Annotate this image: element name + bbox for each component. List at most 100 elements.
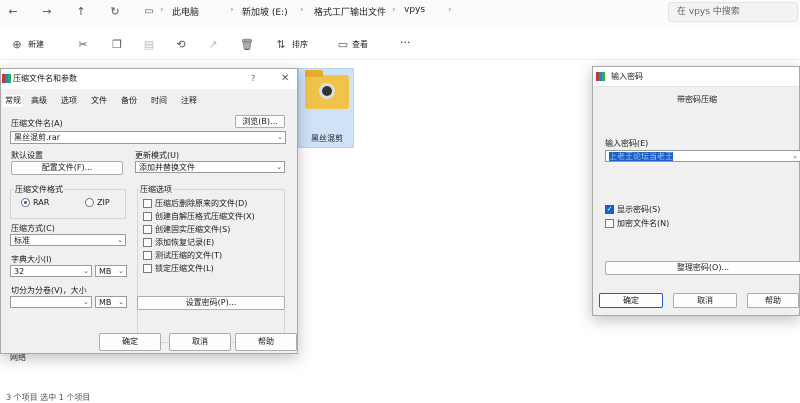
encrypt-names-checkbox[interactable] bbox=[605, 219, 614, 228]
cut-icon[interactable]: ✂ bbox=[76, 38, 90, 52]
method-value: 标准 bbox=[14, 236, 30, 245]
ok-button[interactable]: 确定 bbox=[99, 333, 161, 351]
method-select[interactable]: 标准 ⌄ bbox=[10, 234, 126, 246]
search-input[interactable]: 在 vpys 中搜索 bbox=[668, 2, 798, 22]
breadcrumb-item[interactable]: 格式工厂输出文件 bbox=[314, 5, 386, 18]
lock-checkbox[interactable] bbox=[143, 264, 152, 273]
share-icon[interactable]: ↗ bbox=[206, 38, 220, 52]
breadcrumb-item[interactable]: 新加坡 (E:) bbox=[242, 5, 288, 18]
delete-icon[interactable]: 🗑 bbox=[240, 38, 254, 52]
dialog-subtitle: 带密码压缩 bbox=[677, 95, 717, 104]
chevron-down-icon: ⌄ bbox=[276, 163, 282, 171]
default-settings-label: 默认设置 bbox=[11, 151, 43, 160]
forward-icon[interactable]: → bbox=[38, 4, 56, 20]
options-label: 压缩选项 bbox=[139, 185, 173, 195]
option-label: 添加恢复记录(E) bbox=[155, 238, 215, 247]
organize-passwords-button[interactable]: 整理密码(O)... bbox=[605, 261, 800, 275]
new-button[interactable]: 新建 bbox=[28, 38, 44, 52]
ok-button[interactable]: 确定 bbox=[599, 293, 663, 308]
split-unit: MB bbox=[99, 298, 112, 307]
format-rar-label: RAR bbox=[33, 198, 50, 207]
archive-name-value: 黑丝混剪.rar bbox=[14, 133, 61, 142]
dialog-title: 压缩文件名和参数 bbox=[13, 74, 77, 83]
cancel-button[interactable]: 取消 bbox=[169, 333, 231, 351]
breadcrumb-item[interactable]: 此电脑 bbox=[172, 5, 199, 18]
option-label: 创建自解压格式压缩文件(X) bbox=[155, 212, 255, 221]
show-password-checkbox[interactable]: ✓ bbox=[605, 205, 614, 214]
disc-icon bbox=[319, 83, 335, 99]
up-icon[interactable]: ↑ bbox=[72, 4, 90, 20]
password-dialog: 输入密码 带密码压缩 输入密码(E) 上老王论坛当老王 ⌄ ✓ 显示密码(S) … bbox=[592, 66, 800, 316]
format-rar-radio[interactable] bbox=[21, 198, 30, 207]
monitor-icon: ▭ bbox=[144, 6, 154, 17]
update-mode-label: 更新模式(U) bbox=[135, 151, 180, 160]
update-mode-select[interactable]: 添加并替换文件 ⌄ bbox=[135, 161, 285, 173]
dict-value: 32 bbox=[14, 267, 25, 276]
show-password-label: 显示密码(S) bbox=[617, 205, 661, 214]
solid-checkbox[interactable] bbox=[143, 225, 152, 234]
back-icon[interactable]: ← bbox=[4, 4, 22, 20]
winrar-icon bbox=[2, 74, 11, 83]
split-input[interactable]: ⌄ bbox=[10, 296, 92, 308]
cancel-button[interactable]: 取消 bbox=[673, 293, 737, 308]
folder-label: 黑丝混剪 bbox=[311, 134, 343, 143]
sfx-checkbox[interactable] bbox=[143, 212, 152, 221]
folder-item[interactable]: 黑丝混剪 bbox=[298, 68, 354, 148]
dict-unit: MB bbox=[99, 267, 112, 276]
method-label: 压缩方式(C) bbox=[11, 224, 55, 233]
refresh-icon[interactable]: ↻ bbox=[106, 4, 124, 20]
command-bar: ⊕ 新建 ✂ ❐ ▤ ⟲ ↗ 🗑 ⇅ 排序 ▭ 查看 ··· bbox=[0, 30, 800, 60]
format-zip-radio[interactable] bbox=[85, 198, 94, 207]
chevron-right-icon: › bbox=[448, 5, 452, 15]
profiles-button[interactable]: 配置文件(F)... bbox=[11, 161, 123, 175]
status-bar: 3 个项目 选中 1 个项目 bbox=[6, 393, 91, 402]
option-label: 测试压缩的文件(T) bbox=[155, 251, 223, 260]
dialog-titlebar: 输入密码 bbox=[593, 67, 799, 87]
set-password-button[interactable]: 设置密码(P)... bbox=[137, 296, 285, 310]
paste-icon[interactable]: ▤ bbox=[142, 38, 156, 52]
chevron-down-icon: ⌄ bbox=[118, 298, 124, 306]
test-checkbox[interactable] bbox=[143, 251, 152, 260]
chevron-right-icon: › bbox=[230, 5, 234, 15]
browse-button[interactable]: 浏览(B)... bbox=[235, 115, 285, 128]
tab-general[interactable]: 常规 bbox=[3, 95, 23, 107]
sort-icon: ⇅ bbox=[276, 38, 286, 51]
archive-name-input[interactable]: 黑丝混剪.rar ⌄ bbox=[10, 131, 286, 144]
delete-after-checkbox[interactable] bbox=[143, 199, 152, 208]
chevron-down-icon: ⌄ bbox=[118, 267, 124, 275]
rename-icon[interactable]: ⟲ bbox=[174, 38, 188, 52]
view-icon: ▭ bbox=[337, 38, 349, 51]
format-zip-label: ZIP bbox=[97, 198, 110, 207]
chevron-right-icon: › bbox=[300, 5, 304, 15]
chevron-down-icon: ⌄ bbox=[117, 236, 123, 244]
copy-icon[interactable]: ❐ bbox=[110, 38, 124, 52]
tab-advanced[interactable]: 高级 bbox=[31, 95, 47, 107]
tab-files[interactable]: 文件 bbox=[91, 95, 107, 107]
dict-unit-select[interactable]: MB ⌄ bbox=[95, 265, 127, 277]
format-label: 压缩文件格式 bbox=[14, 185, 64, 195]
update-mode-value: 添加并替换文件 bbox=[139, 163, 195, 172]
tab-options[interactable]: 选项 bbox=[61, 95, 77, 107]
tab-time[interactable]: 时间 bbox=[151, 95, 167, 107]
sort-button[interactable]: 排序 bbox=[292, 38, 308, 52]
dict-label: 字典大小(I) bbox=[11, 255, 52, 264]
chevron-right-icon: › bbox=[160, 5, 164, 15]
address-bar: ← → ↑ ↻ ▭ › 此电脑 › 新加坡 (E:) › 格式工厂输出文件 › … bbox=[0, 0, 800, 26]
recovery-checkbox[interactable] bbox=[143, 238, 152, 247]
breadcrumb-item[interactable]: vpys bbox=[404, 5, 425, 15]
view-button[interactable]: 查看 bbox=[352, 38, 368, 52]
help-button[interactable]: 帮助 bbox=[235, 333, 297, 351]
tab-comment[interactable]: 注释 bbox=[181, 95, 197, 107]
split-unit-select[interactable]: MB ⌄ bbox=[95, 296, 127, 308]
more-button[interactable]: ··· bbox=[400, 36, 411, 50]
help-button[interactable]: 帮助 bbox=[747, 293, 799, 308]
help-icon[interactable]: ? bbox=[251, 69, 255, 89]
close-icon[interactable]: ✕ bbox=[281, 69, 289, 89]
option-label: 压缩后删除原来的文件(D) bbox=[155, 199, 248, 208]
chevron-down-icon: ⌄ bbox=[792, 152, 798, 160]
password-input[interactable]: 上老王论坛当老王 ⌄ bbox=[605, 150, 800, 162]
dict-select[interactable]: 32 ⌄ bbox=[10, 265, 92, 277]
chevron-down-icon: ⌄ bbox=[277, 133, 283, 141]
option-label: 创建固实压缩文件(S) bbox=[155, 225, 231, 234]
tab-backup[interactable]: 备份 bbox=[121, 95, 137, 107]
